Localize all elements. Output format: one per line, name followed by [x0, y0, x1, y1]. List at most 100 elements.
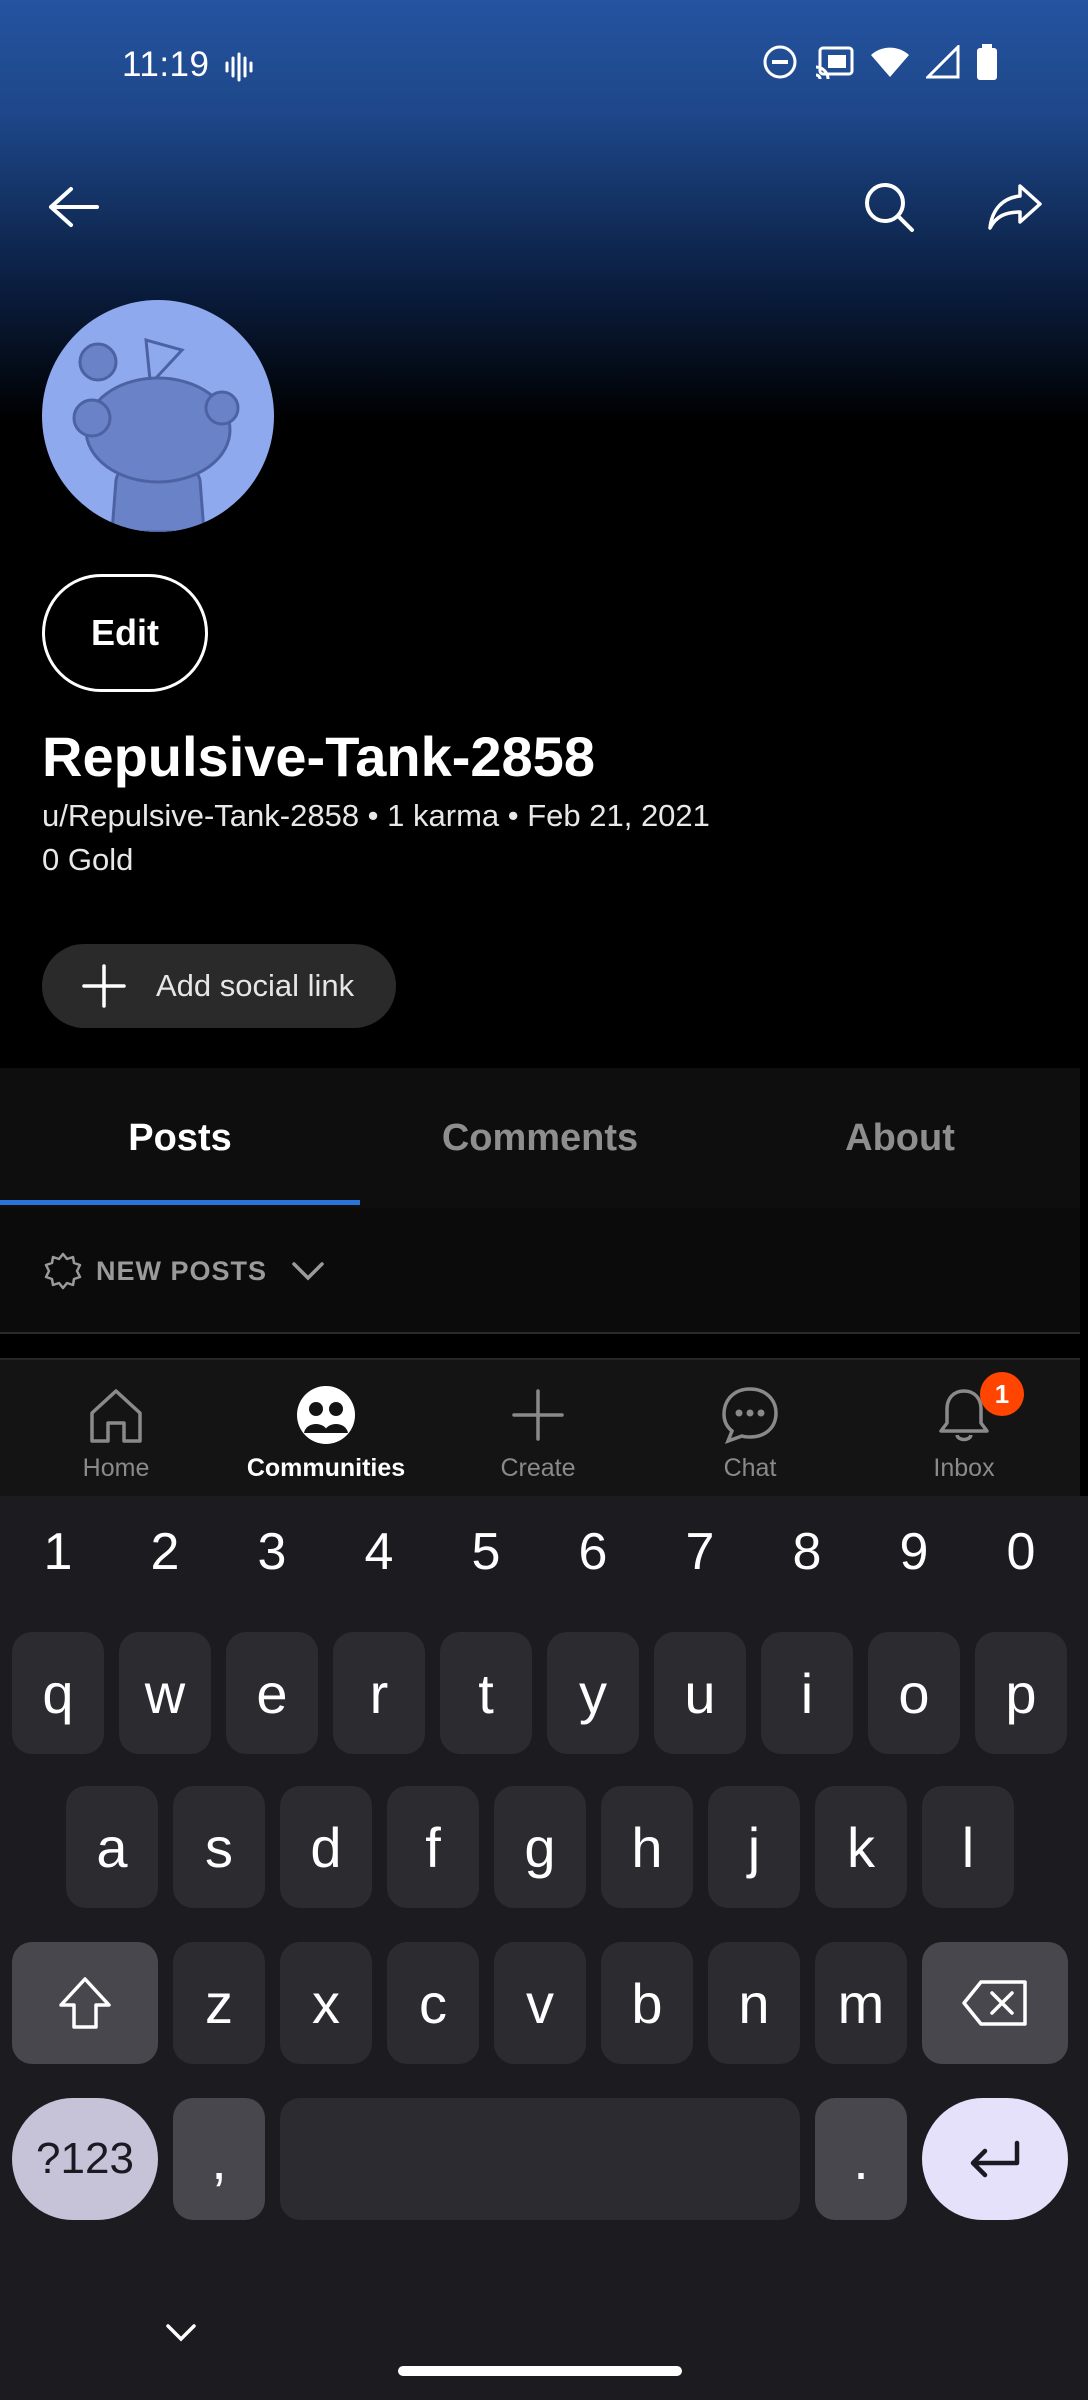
- key-k[interactable]: k: [815, 1786, 907, 1908]
- key-b[interactable]: b: [601, 1942, 693, 2064]
- battery-icon: [977, 44, 997, 80]
- wifi-icon: [871, 47, 909, 77]
- nav-communities-label: Communities: [246, 1454, 406, 1482]
- tab-comments-label: Comments: [441, 1116, 639, 1159]
- chat-icon: [722, 1387, 778, 1444]
- key-4[interactable]: 4: [339, 1522, 419, 1582]
- key-n[interactable]: n: [708, 1942, 800, 2064]
- key-l[interactable]: l: [922, 1786, 1014, 1908]
- bottom-navigation: Home Communities Create Chat Inbox 1: [0, 1358, 1080, 1496]
- sort-label: NEW POSTS: [96, 1255, 268, 1286]
- tab-about-label: About: [845, 1116, 955, 1159]
- back-button[interactable]: [38, 172, 108, 242]
- key-p[interactable]: p: [975, 1632, 1067, 1754]
- space-key[interactable]: [280, 2098, 800, 2220]
- key-e[interactable]: e: [226, 1632, 318, 1754]
- key-f[interactable]: f: [387, 1786, 479, 1908]
- inbox-badge: 1: [980, 1372, 1024, 1416]
- tab-posts[interactable]: Posts: [0, 1068, 360, 1208]
- comma-key[interactable]: ,: [173, 2098, 265, 2220]
- communities-icon: [297, 1386, 355, 1444]
- profile-avatar[interactable]: [42, 300, 274, 532]
- nav-inbox[interactable]: Inbox 1: [856, 1360, 1072, 1496]
- profile-tabs: Posts Comments About: [0, 1068, 1080, 1208]
- signal-icon: [926, 45, 960, 79]
- nav-chat-label: Chat: [723, 1454, 777, 1482]
- key-y[interactable]: y: [547, 1632, 639, 1754]
- key-q[interactable]: q: [12, 1632, 104, 1754]
- nav-home-label: Home: [82, 1454, 150, 1482]
- period-key[interactable]: .: [815, 2098, 907, 2220]
- search-button[interactable]: [854, 172, 924, 242]
- key-9[interactable]: 9: [874, 1522, 954, 1582]
- shift-key[interactable]: [12, 1942, 158, 2064]
- key-m[interactable]: m: [815, 1942, 907, 2064]
- key-d[interactable]: d: [280, 1786, 372, 1908]
- key-7[interactable]: 7: [660, 1522, 740, 1582]
- chevron-down-icon: [292, 1262, 324, 1281]
- key-2[interactable]: 2: [125, 1522, 205, 1582]
- key-w[interactable]: w: [119, 1632, 211, 1754]
- key-c[interactable]: c: [387, 1942, 479, 2064]
- edit-profile-button[interactable]: Edit: [42, 574, 208, 692]
- sort-dropdown[interactable]: NEW POSTS: [44, 1252, 325, 1290]
- key-u[interactable]: u: [654, 1632, 746, 1754]
- nav-create[interactable]: Create: [430, 1360, 646, 1496]
- key-5[interactable]: 5: [446, 1522, 526, 1582]
- nav-home[interactable]: Home: [8, 1360, 224, 1496]
- cast-icon: [815, 46, 854, 79]
- add-social-link-label: Add social link: [156, 968, 355, 1003]
- tab-comments[interactable]: Comments: [360, 1068, 720, 1208]
- key-6[interactable]: 6: [553, 1522, 633, 1582]
- key-8[interactable]: 8: [767, 1522, 847, 1582]
- profile-gold: 0 Gold: [42, 842, 134, 877]
- nav-communities[interactable]: Communities: [218, 1360, 434, 1496]
- sort-bar: NEW POSTS: [0, 1208, 1080, 1334]
- key-v[interactable]: v: [494, 1942, 586, 2064]
- home-icon: [90, 1389, 142, 1443]
- do-not-disturb-icon: [763, 45, 797, 79]
- share-icon: [988, 184, 1042, 230]
- key-1[interactable]: 1: [18, 1522, 98, 1582]
- plus-icon: [82, 964, 126, 1008]
- vibrate-icon: [225, 52, 253, 82]
- enter-icon: [970, 2140, 1020, 2178]
- status-bar: 11:19: [0, 0, 1088, 134]
- backspace-key[interactable]: [922, 1942, 1068, 2064]
- key-s[interactable]: s: [173, 1786, 265, 1908]
- share-button[interactable]: [980, 172, 1050, 242]
- profile-meta: u/Repulsive-Tank-2858 • 1 karma • Feb 21…: [42, 798, 710, 833]
- key-j[interactable]: j: [708, 1786, 800, 1908]
- key-g[interactable]: g: [494, 1786, 586, 1908]
- chevron-down-icon: [166, 2324, 196, 2342]
- key-z[interactable]: z: [173, 1942, 265, 2064]
- keyboard-number-row: 1 2 3 4 5 6 7 8 9 0: [0, 1496, 1088, 1606]
- profile-display-name: Repulsive-Tank-2858: [42, 725, 595, 788]
- add-social-link-button[interactable]: Add social link: [42, 944, 396, 1028]
- key-a[interactable]: a: [66, 1786, 158, 1908]
- edit-label: Edit: [91, 612, 159, 653]
- tab-about[interactable]: About: [720, 1068, 1080, 1208]
- nav-create-label: Create: [500, 1454, 576, 1482]
- key-3[interactable]: 3: [232, 1522, 312, 1582]
- key-h[interactable]: h: [601, 1786, 693, 1908]
- enter-key[interactable]: [922, 2098, 1068, 2220]
- snoo-avatar-icon: [72, 337, 240, 532]
- status-time: 11:19: [122, 45, 210, 84]
- key-t[interactable]: t: [440, 1632, 532, 1754]
- key-o[interactable]: o: [868, 1632, 960, 1754]
- key-i[interactable]: i: [761, 1632, 853, 1754]
- tab-posts-label: Posts: [128, 1116, 232, 1159]
- hide-keyboard-button[interactable]: [164, 2322, 198, 2349]
- key-x[interactable]: x: [280, 1942, 372, 2064]
- nav-inbox-label: Inbox: [933, 1454, 995, 1482]
- shift-icon: [59, 1977, 111, 2029]
- key-r[interactable]: r: [333, 1632, 425, 1754]
- plus-icon: [512, 1389, 564, 1441]
- active-tab-indicator: [0, 1200, 360, 1205]
- arrow-left-icon: [49, 187, 99, 227]
- nav-chat[interactable]: Chat: [642, 1360, 858, 1496]
- symbols-key[interactable]: ?123: [12, 2098, 158, 2220]
- key-0[interactable]: 0: [981, 1522, 1061, 1582]
- home-indicator[interactable]: [398, 2366, 682, 2376]
